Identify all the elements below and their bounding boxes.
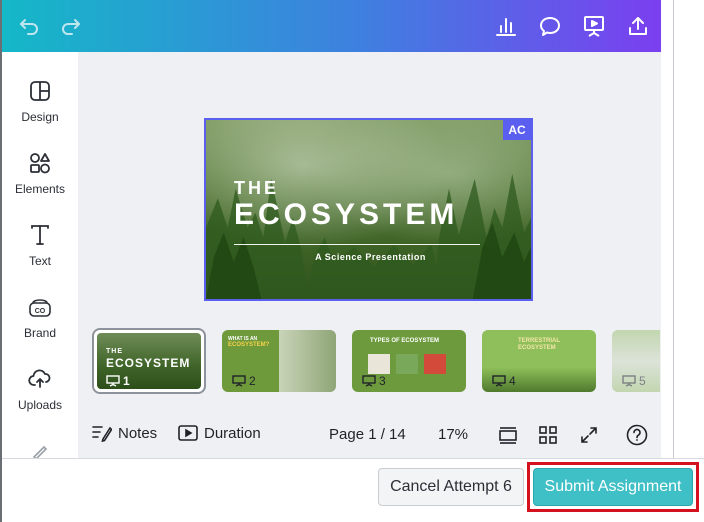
thumbnail-page-3[interactable]: TYPES OF ECOSYSTEM 3	[352, 330, 466, 392]
slide-title-line2: ECOSYSTEM	[234, 198, 459, 231]
sidebar-item-label: Elements	[14, 182, 66, 196]
thumbnail-page-1[interactable]: THE ECOSYSTEM 1	[92, 328, 206, 394]
help-icon[interactable]	[626, 424, 648, 446]
left-sidebar: Design Elements Text CO Brand Uploads	[2, 52, 78, 458]
collaborator-badge[interactable]: AC	[503, 120, 531, 140]
sidebar-item-brand[interactable]: CO Brand	[2, 288, 78, 352]
design-icon	[27, 78, 53, 104]
present-icon	[106, 375, 120, 387]
thumbnail-title-b: ECOSYSTEM	[518, 345, 556, 351]
slide-view-icon[interactable]	[498, 426, 518, 444]
play-icon	[178, 425, 198, 441]
duration-button[interactable]: Duration	[178, 424, 261, 442]
redo-icon[interactable]	[56, 12, 84, 40]
main-slide[interactable]: THE ECOSYSTEM A Science Presentation	[204, 118, 533, 301]
fullscreen-icon[interactable]	[580, 426, 598, 444]
top-toolbar	[2, 0, 661, 52]
notes-label: Notes	[118, 424, 158, 442]
slide-divider	[234, 244, 480, 245]
thumbnail-title-b: ECOSYSTEM	[106, 356, 191, 370]
grid-view-icon[interactable]	[539, 426, 557, 444]
thumbnail-page-number: 2	[232, 374, 256, 388]
thumbnail-page-5[interactable]: 5	[612, 330, 660, 392]
sidebar-item-text[interactable]: Text	[2, 216, 78, 280]
present-icon	[362, 375, 376, 387]
draw-icon	[27, 438, 53, 458]
present-icon	[232, 375, 246, 387]
undo-icon[interactable]	[16, 12, 44, 40]
slide-title-line1: THE	[234, 178, 279, 198]
scroll-edge	[673, 0, 674, 458]
comment-icon[interactable]	[536, 12, 564, 40]
present-icon	[492, 375, 506, 387]
thumbnail-page-number: 1	[106, 374, 130, 388]
sidebar-item-elements[interactable]: Elements	[2, 144, 78, 208]
thumbnail-page-4[interactable]: TERRESTRIAL ECOSYSTEM 4	[482, 330, 596, 392]
duration-label: Duration	[204, 424, 261, 442]
assignment-action-bar: Cancel Attempt 6 Submit Assignment	[2, 458, 704, 522]
uploads-icon	[27, 366, 53, 392]
notes-icon	[92, 426, 112, 442]
sidebar-item-uploads[interactable]: Uploads	[2, 360, 78, 424]
chart-icon[interactable]	[492, 12, 520, 40]
elements-icon	[27, 150, 53, 176]
submit-assignment-button[interactable]: Submit Assignment	[533, 468, 693, 506]
share-upload-icon[interactable]	[624, 12, 652, 40]
sidebar-item-label: Text	[28, 254, 51, 268]
thumbnail-page-number: 5	[622, 374, 646, 388]
thumbnail-title-a: THE	[106, 348, 123, 355]
thumbnail-title-a: TERRESTRIAL	[518, 338, 560, 344]
brand-icon: CO	[27, 294, 53, 320]
thumbnail-page-number: 4	[492, 374, 516, 388]
thumbnail-title-b: ECOSYSTEM?	[228, 342, 270, 348]
sidebar-item-label: Design	[21, 110, 59, 124]
cancel-attempt-button[interactable]: Cancel Attempt 6	[378, 468, 524, 506]
present-icon	[622, 375, 636, 387]
page-thumbnails: THE ECOSYSTEM 1 WHAT IS AN ECOSYSTEM? 2 …	[92, 328, 660, 396]
thumbnail-page-number: 3	[362, 374, 386, 388]
sidebar-item-label: Uploads	[17, 398, 63, 412]
thumbnail-page-2[interactable]: WHAT IS AN ECOSYSTEM? 2	[222, 330, 336, 392]
notes-button[interactable]: Notes	[92, 424, 157, 442]
zoom-level[interactable]: 17%	[438, 426, 468, 443]
sidebar-item-label: Brand	[23, 326, 57, 340]
submit-highlight: Submit Assignment	[527, 462, 699, 512]
sidebar-item-draw[interactable]	[2, 432, 78, 458]
present-icon[interactable]	[580, 12, 608, 40]
editor-footer: Notes Duration Page 1 / 14 17%	[78, 418, 661, 452]
sidebar-item-design[interactable]: Design	[2, 72, 78, 136]
text-icon	[27, 222, 53, 248]
slide-subtitle: A Science Presentation	[315, 252, 426, 262]
page-indicator[interactable]: Page 1 / 14	[329, 426, 406, 443]
thumbnail-title-a: TYPES OF ECOSYSTEM	[370, 338, 440, 344]
svg-text:CO: CO	[35, 308, 46, 315]
